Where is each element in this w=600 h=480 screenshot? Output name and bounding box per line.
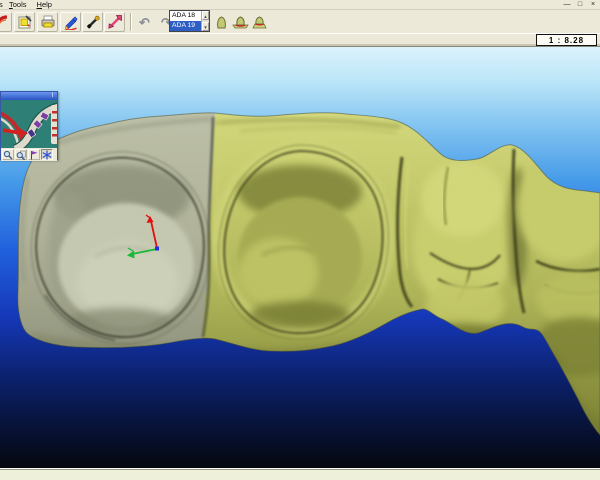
zoom-view-button[interactable] — [2, 149, 14, 160]
axis-origin-point — [155, 247, 159, 251]
arch-scan-icon — [0, 14, 10, 30]
arch-map-palette[interactable]: l — [0, 91, 58, 160]
flag-marker-button[interactable] — [28, 149, 40, 160]
menubar: s Tools Help — □ × — [0, 0, 600, 10]
transform-button[interactable] — [104, 12, 125, 32]
snowflake-icon — [42, 150, 52, 160]
arch-scan-button[interactable] — [0, 12, 12, 32]
undo-button[interactable]: ↶ — [134, 12, 155, 32]
probe-icon — [85, 14, 101, 30]
move-arrow-icon — [107, 14, 123, 30]
palette-toolbar — [1, 148, 57, 161]
crown-margin-icon — [232, 15, 249, 29]
close-button[interactable]: × — [588, 1, 598, 9]
arch-map-graphic — [1, 100, 57, 148]
crown-die-icon — [251, 15, 268, 29]
listbox-scrollbar[interactable]: ▲ ▼ — [201, 11, 209, 31]
rotate-3d-button[interactable] — [41, 149, 53, 160]
magnifier-icon — [3, 150, 13, 160]
tooth-option-ada18[interactable]: ADA 18 — [170, 11, 201, 21]
note-icon — [17, 14, 33, 30]
magnifier-doc-icon — [16, 150, 26, 160]
edit-note-button[interactable] — [14, 12, 35, 32]
scale-indicator: 1 : 8.28 — [536, 34, 597, 46]
tooth-option-ada19[interactable]: ADA 19 — [170, 21, 201, 31]
app-window: s Tools Help — □ × — [0, 0, 600, 480]
draw-margin-button[interactable] — [60, 12, 81, 32]
show-crown-button[interactable] — [213, 12, 229, 32]
scroll-down-icon[interactable]: ▼ — [202, 22, 209, 31]
toolbar: ↶ ↷ ADA 18 ADA 19 ▲ ▼ — [0, 11, 600, 33]
scroll-up-icon[interactable]: ▲ — [202, 11, 209, 20]
print-button[interactable] — [37, 12, 58, 32]
menu-help[interactable]: Help — [32, 0, 57, 9]
statusbar — [0, 468, 600, 480]
restore-button[interactable]: □ — [575, 1, 585, 9]
viewport-3d[interactable]: l — [0, 46, 600, 468]
tooth-listbox[interactable]: ADA 18 ADA 19 ▲ ▼ — [169, 10, 210, 32]
undo-icon: ↶ — [139, 16, 150, 29]
palette-title-fragment: l — [52, 92, 53, 100]
printer-icon — [40, 14, 56, 30]
dental-model-canvas[interactable] — [0, 47, 600, 469]
window-controls: — □ × — [562, 0, 598, 10]
wax-tool-button[interactable] — [82, 12, 103, 32]
zoom-region-button[interactable] — [15, 149, 27, 160]
menu-tools[interactable]: Tools — [4, 0, 32, 9]
palette-titlebar[interactable]: l — [1, 92, 57, 100]
flag-icon — [29, 150, 39, 160]
crown-icon — [215, 15, 228, 29]
pencil-icon — [63, 14, 79, 30]
arch-map[interactable] — [1, 100, 57, 148]
show-die-button[interactable] — [250, 12, 269, 32]
show-margin-button[interactable] — [231, 12, 250, 32]
sub-toolbar: 1 : 8.28 — [0, 33, 600, 46]
minimize-button[interactable]: — — [562, 1, 572, 9]
